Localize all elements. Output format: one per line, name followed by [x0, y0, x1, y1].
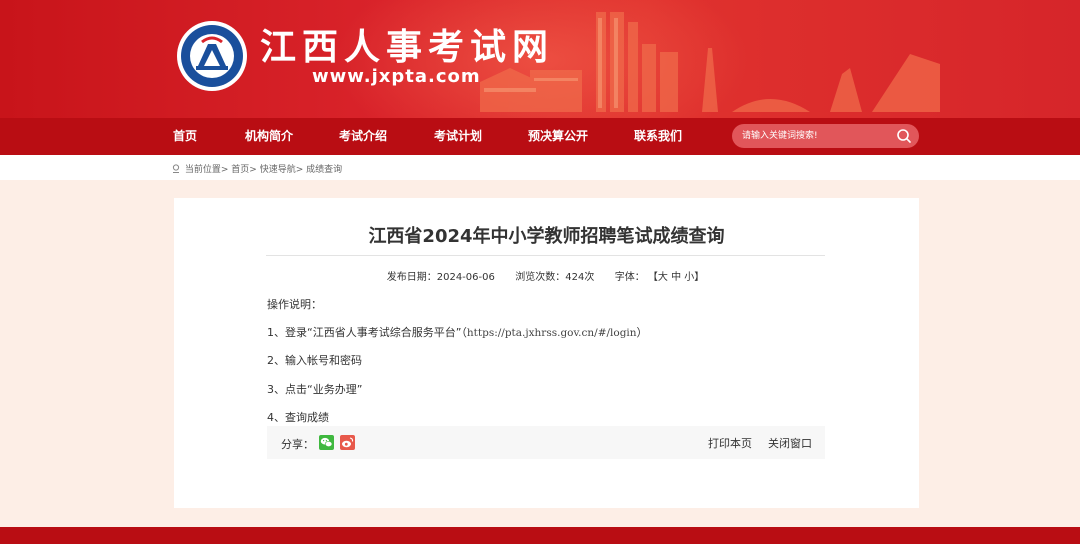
- article-meta: 发布日期：2024-06-06 浏览次数：424次 字体： 【大 中 小】: [266, 268, 825, 283]
- search-input[interactable]: [742, 127, 892, 145]
- nav-item-exam-intro[interactable]: 考试介绍: [339, 118, 387, 155]
- site-title: 江西人事考试网: [260, 26, 555, 68]
- breadcrumb-item-quicknav[interactable]: 快速导航>: [260, 165, 304, 175]
- login-url-link[interactable]: https://pta.jxhrss.gov.cn/#/login: [467, 327, 637, 339]
- breadcrumb-bar: [0, 155, 1080, 180]
- nav-item-budget[interactable]: 预决算公开: [528, 118, 588, 155]
- search-icon[interactable]: [896, 128, 912, 144]
- nav-item-contact[interactable]: 联系我们: [634, 118, 682, 155]
- jxpta-emblem-icon: [177, 21, 247, 91]
- print-page-link[interactable]: 打印本页: [708, 435, 752, 451]
- step-1-close: ）: [636, 326, 648, 339]
- wechat-icon[interactable]: [319, 435, 334, 450]
- share-label: 分享：: [281, 438, 314, 451]
- breadcrumb: 当前位置> 首页> 快速导航> 成绩查询: [172, 162, 342, 175]
- site-url: www.jxpta.com: [312, 66, 481, 87]
- paragraph-intro: 操作说明：: [267, 298, 322, 311]
- footer-bar: [0, 527, 1080, 544]
- font-label: 字体：: [614, 272, 645, 283]
- title-divider: [266, 255, 825, 256]
- search-box: [732, 124, 919, 148]
- nav-item-about[interactable]: 机构简介: [245, 118, 293, 155]
- paragraph-step-1: 1、登录“江西省人事考试综合服务平台”（https://pta.jxhrss.g…: [267, 324, 648, 340]
- header-banner: 江西人事考试网 www.jxpta.com: [0, 0, 1080, 118]
- breadcrumb-item-current: 成绩查询: [306, 165, 343, 175]
- close-window-link[interactable]: 关闭窗口: [768, 435, 812, 451]
- views-count: 424次: [565, 272, 595, 283]
- paragraph-step-2: 2、输入帐号和密码: [267, 354, 362, 367]
- paragraph-step-3: 3、点击“业务办理”: [267, 383, 363, 396]
- publish-label: 发布日期：: [386, 272, 437, 283]
- paragraph-step-4: 4、查询成绩: [267, 411, 329, 424]
- weibo-icon[interactable]: [340, 435, 355, 450]
- breadcrumb-item-home[interactable]: 首页>: [231, 165, 257, 175]
- article-title: 江西省2024年中小学教师招聘笔试成绩查询: [368, 226, 725, 247]
- nav-item-exam-plan[interactable]: 考试计划: [434, 118, 482, 155]
- nav-item-home[interactable]: 首页: [173, 118, 197, 155]
- breadcrumb-prefix: 当前位置>: [184, 165, 229, 175]
- location-pin-icon: [172, 164, 180, 173]
- font-size-options[interactable]: 【大 中 小】: [648, 272, 704, 283]
- views-label: 浏览次数：: [515, 272, 566, 283]
- step-1-text: 1、登录“江西省人事考试综合服务平台”（: [267, 326, 467, 339]
- publish-date: 2024-06-06: [436, 272, 495, 283]
